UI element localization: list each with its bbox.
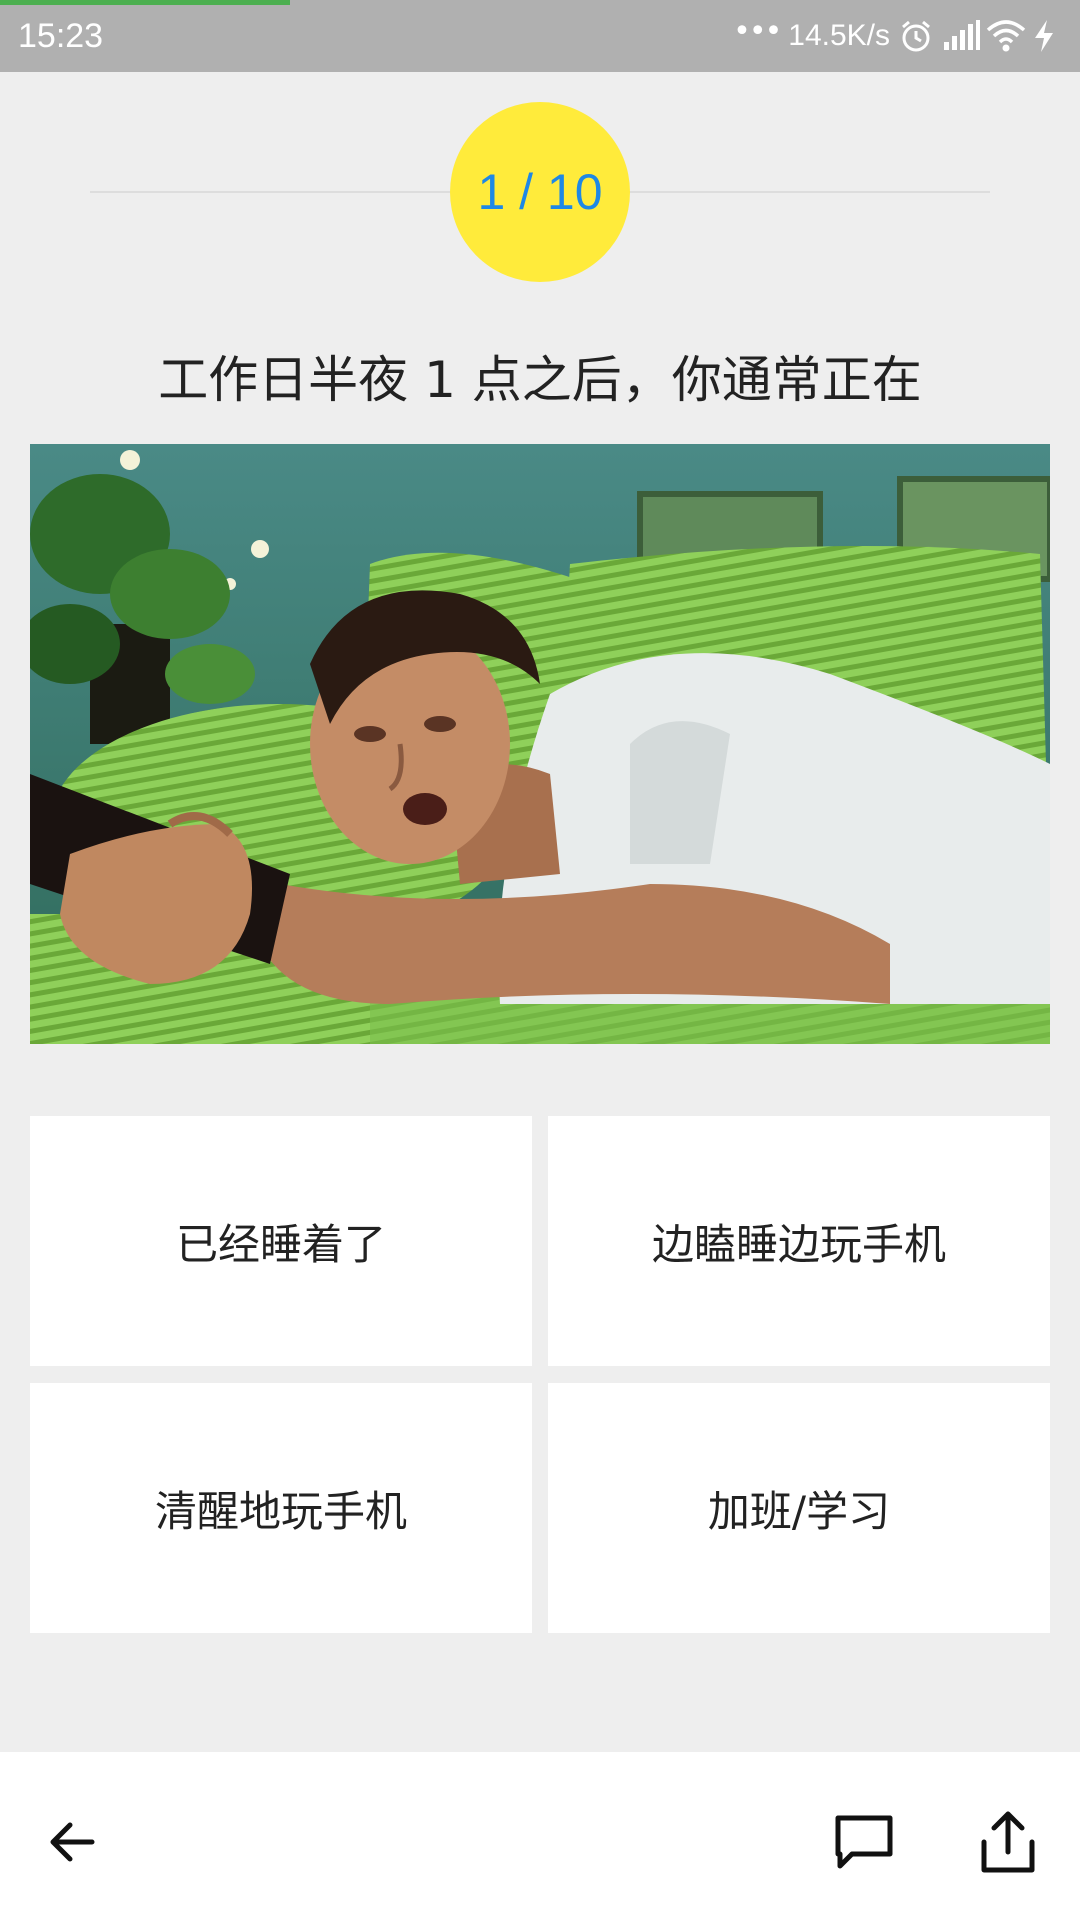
comment-button[interactable] <box>824 1802 904 1882</box>
answer-option-4[interactable]: 加班/学习 <box>548 1383 1050 1633</box>
page-load-progress-bar <box>0 0 290 5</box>
man-lying-on-sofa-with-remote-image <box>30 444 1050 1044</box>
back-button[interactable] <box>32 1802 112 1882</box>
status-indicators: ••• 14.5K/s <box>733 14 1066 58</box>
wifi-icon <box>986 18 1026 54</box>
answer-option-label: 加班/学习 <box>707 1486 891 1536</box>
share-button[interactable] <box>968 1802 1048 1882</box>
question-title: 工作日半夜 1 点之后，你通常正在 <box>158 351 922 409</box>
question-counter-badge: 1 / 10 <box>450 102 630 282</box>
answer-option-label: 边瞌睡边玩手机 <box>651 1219 946 1269</box>
answer-option-2[interactable]: 边瞌睡边玩手机 <box>548 1116 1050 1366</box>
answer-option-label: 清醒地玩手机 <box>154 1486 407 1536</box>
signal-icon <box>942 18 980 54</box>
answer-option-label: 已经睡着了 <box>175 1219 386 1269</box>
bottom-toolbar <box>0 1752 1080 1920</box>
quiz-progress: 1 / 10 <box>0 72 1080 312</box>
notification-dots: ••• <box>733 14 782 49</box>
status-bar: 15:23 ••• 14.5K/s <box>0 0 1080 72</box>
back-arrow-icon <box>50 1822 95 1862</box>
alarm-icon <box>898 18 934 54</box>
charging-icon <box>1030 18 1066 54</box>
answer-option-3[interactable]: 清醒地玩手机 <box>30 1383 532 1633</box>
question-image <box>30 444 1050 1044</box>
status-time: 15:23 <box>18 17 104 55</box>
answer-option-1[interactable]: 已经睡着了 <box>30 1116 532 1366</box>
comment-icon <box>835 1815 893 1869</box>
network-speed: 14.5K/s <box>788 19 890 52</box>
share-icon <box>981 1811 1035 1873</box>
